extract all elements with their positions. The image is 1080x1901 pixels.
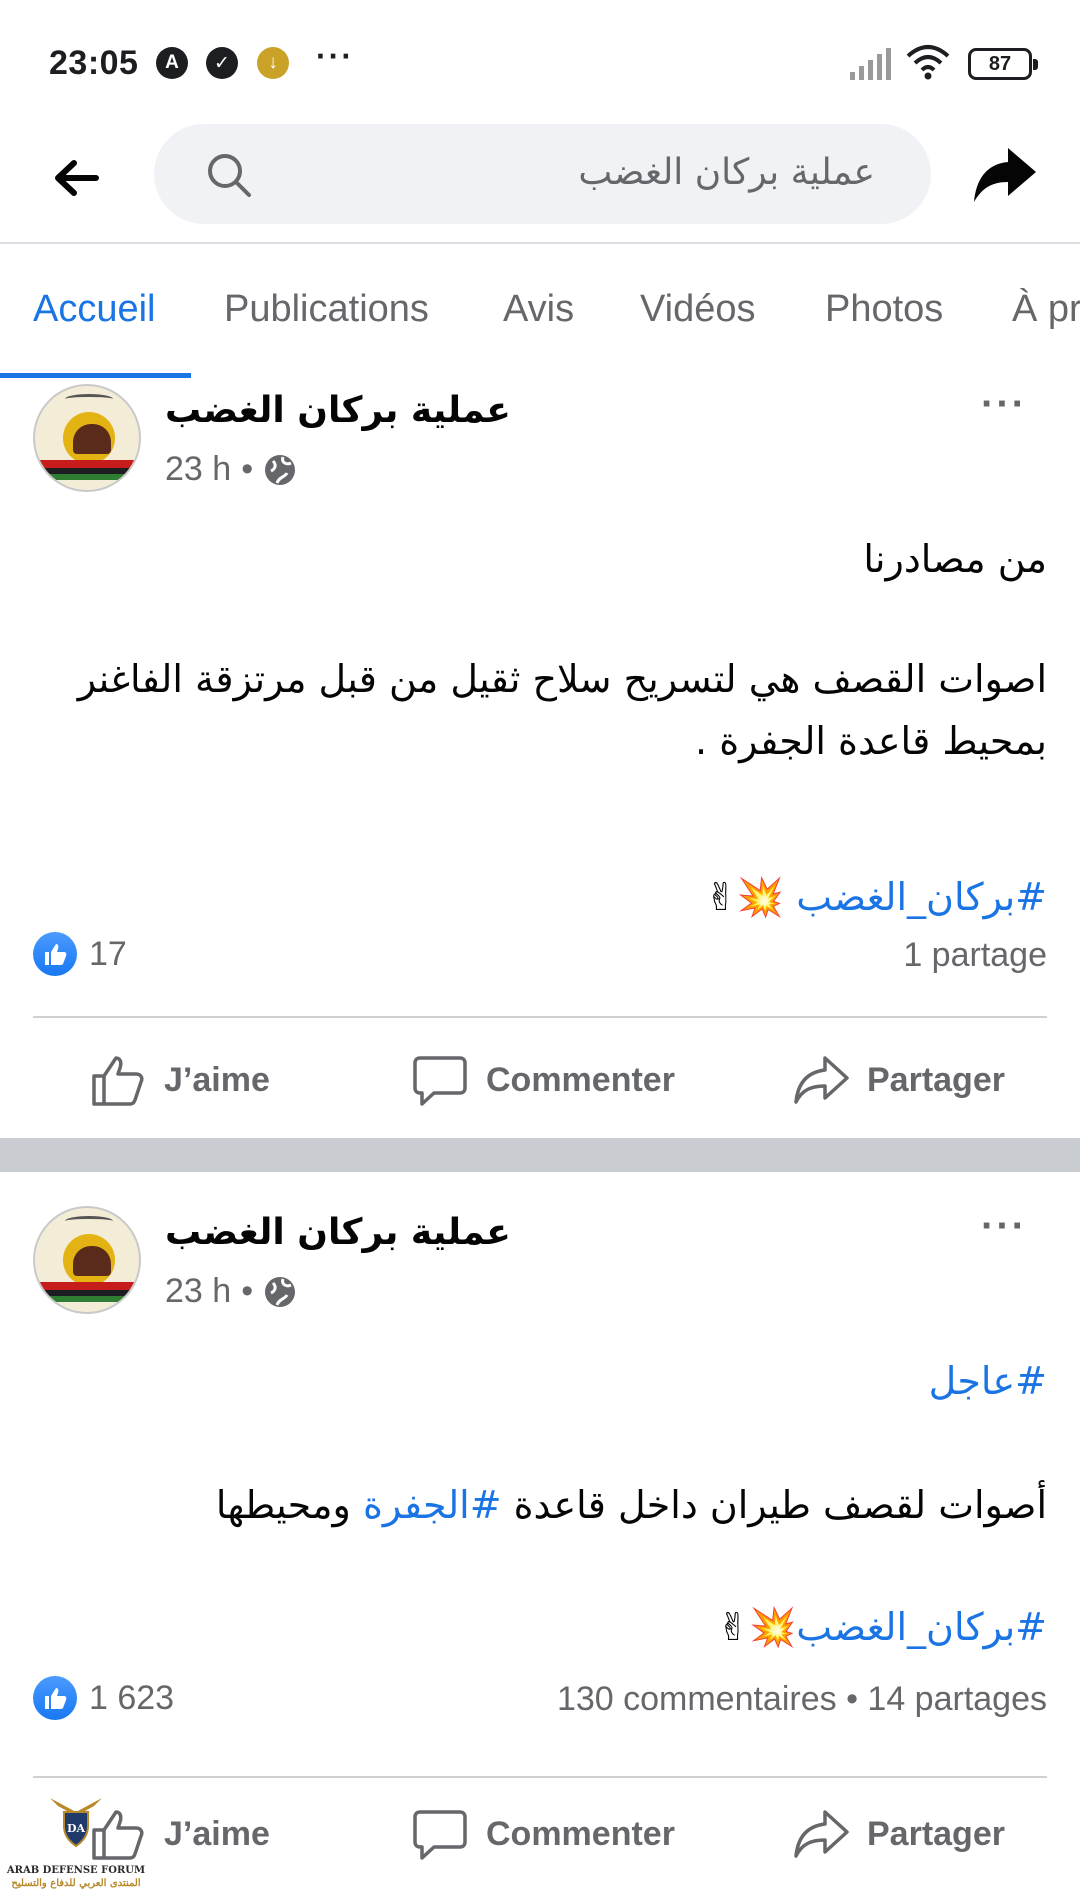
tab-publications[interactable]: Publications: [224, 288, 429, 331]
hashtag-link[interactable]: #الجفرة: [363, 1483, 502, 1527]
share-button-label: Partager: [867, 1060, 1005, 1099]
like-reaction-icon: [33, 1676, 77, 1720]
post-text-part: أصوات لقصف طيران داخل قاعدة: [501, 1483, 1047, 1527]
feed-separator: [0, 1138, 1080, 1172]
post-options-button[interactable]: ···: [981, 384, 1027, 424]
post: عملية بركان الغضب 23 h • ··· #عاجل أصوات…: [0, 1172, 1080, 1901]
status-bar: 23:05 A ✓ ↓ ··· 87: [0, 0, 1080, 120]
search-icon: [208, 154, 251, 197]
like-count: 17: [89, 934, 127, 973]
shield-logo-icon: DA: [50, 1798, 102, 1848]
reaction-summary[interactable]: 1 623: [33, 1676, 174, 1720]
avatar[interactable]: [33, 1206, 141, 1314]
post-time[interactable]: 23 h: [165, 450, 231, 489]
post-text: من مصادرنا: [863, 537, 1047, 581]
comment-button-label: Commenter: [486, 1060, 675, 1099]
wifi-icon: [906, 45, 950, 80]
comment-button-label: Commenter: [486, 1814, 675, 1853]
hashtag-link[interactable]: #بركان_الغضب: [796, 875, 1047, 919]
tab-videos[interactable]: Vidéos: [640, 288, 756, 331]
page-tabs: Accueil Publications Avis Vidéos Photos …: [0, 246, 1080, 378]
check-icon: ✓: [206, 47, 238, 79]
back-button[interactable]: [48, 150, 104, 206]
post: عملية بركان الغضب 23 h • ··· من مصادرنا …: [0, 378, 1080, 1138]
post-hashtag-line: #بركان_الغضب 💥✌: [47, 866, 1047, 928]
tab-about[interactable]: À pr: [1012, 288, 1080, 331]
download-icon: ↓: [257, 47, 289, 79]
hashtag-link[interactable]: #بركان_الغضب: [796, 1605, 1047, 1649]
post-text: اصوات القصف هي لتسريح سلاح ثقيل من قبل م…: [77, 657, 1047, 763]
comment-button[interactable]: Commenter: [412, 1052, 675, 1108]
share-arrow-icon: [794, 1810, 849, 1858]
reaction-summary[interactable]: 17: [33, 932, 127, 976]
accessibility-icon: A: [156, 47, 188, 79]
meta-dot: •: [241, 450, 254, 488]
post-text-part: ومحيطها: [215, 1483, 363, 1527]
watermark-logo: DA ARAB DEFENSE FORUM المنتدى العربي للد…: [6, 1792, 146, 1900]
more-notifications-icon: ···: [316, 38, 354, 74]
post-hashtag-line: #بركان_الغضب💥✌: [47, 1596, 1047, 1658]
globe-icon: [265, 1276, 296, 1307]
tab-home[interactable]: Accueil: [33, 288, 156, 331]
avatar[interactable]: [33, 384, 141, 492]
divider: [33, 1016, 1047, 1018]
share-arrow-icon: [794, 1056, 849, 1104]
post-text: أصوات لقصف طيران داخل قاعدة #الجفرة ومحي…: [47, 1474, 1047, 1536]
meta-dot: •: [241, 1272, 254, 1310]
thumbs-up-icon: [92, 1056, 144, 1106]
status-time: 23:05: [49, 44, 139, 82]
comment-button[interactable]: Commenter: [412, 1806, 675, 1862]
page-name[interactable]: عملية بركان الغضب: [165, 390, 511, 431]
share-button[interactable]: Partager: [793, 1052, 1005, 1108]
tab-reviews[interactable]: Avis: [503, 288, 574, 331]
page-name[interactable]: عملية بركان الغضب: [165, 1212, 511, 1253]
signal-icon: [850, 48, 891, 80]
hashtag-link[interactable]: #عاجل: [929, 1359, 1047, 1403]
watermark-text: ARAB DEFENSE FORUM المنتدى العربي للدفاع…: [6, 1865, 146, 1889]
post-meta: 23 h •: [165, 1272, 297, 1311]
search-query-text: عملية بركان الغضب: [578, 152, 875, 193]
like-button-label: J’aime: [164, 1060, 270, 1099]
share-button-label: Partager: [867, 1814, 1005, 1853]
share-count[interactable]: 1 partage: [903, 936, 1047, 975]
tab-photos[interactable]: Photos: [825, 288, 943, 331]
comment-icon: [413, 1810, 467, 1860]
battery-indicator: 87: [968, 48, 1038, 80]
like-count: 1 623: [89, 1678, 175, 1717]
post-options-button[interactable]: ···: [981, 1206, 1027, 1246]
like-reaction-icon: [33, 932, 77, 976]
like-button[interactable]: J’aime: [90, 1052, 270, 1108]
emoji: 💥✌: [717, 1605, 797, 1649]
search-header: عملية بركان الغضب: [0, 120, 1080, 244]
share-icon[interactable]: [970, 140, 1040, 210]
back-arrow-icon: [55, 160, 99, 196]
comment-icon: [413, 1056, 467, 1106]
globe-icon: [265, 454, 296, 485]
post-meta: 23 h •: [165, 450, 297, 489]
comment-share-count[interactable]: 130 commentaires • 14 partages: [557, 1680, 1047, 1719]
post-hashtag-line: #عاجل: [47, 1350, 1047, 1412]
search-input[interactable]: عملية بركان الغضب: [154, 124, 931, 224]
post-time[interactable]: 23 h: [165, 1272, 231, 1311]
share-button[interactable]: Partager: [793, 1806, 1005, 1862]
divider: [33, 1776, 1047, 1778]
like-button-label: J’aime: [164, 1814, 270, 1853]
svg-text:DA: DA: [67, 1822, 86, 1835]
emoji: 💥✌: [705, 875, 785, 919]
